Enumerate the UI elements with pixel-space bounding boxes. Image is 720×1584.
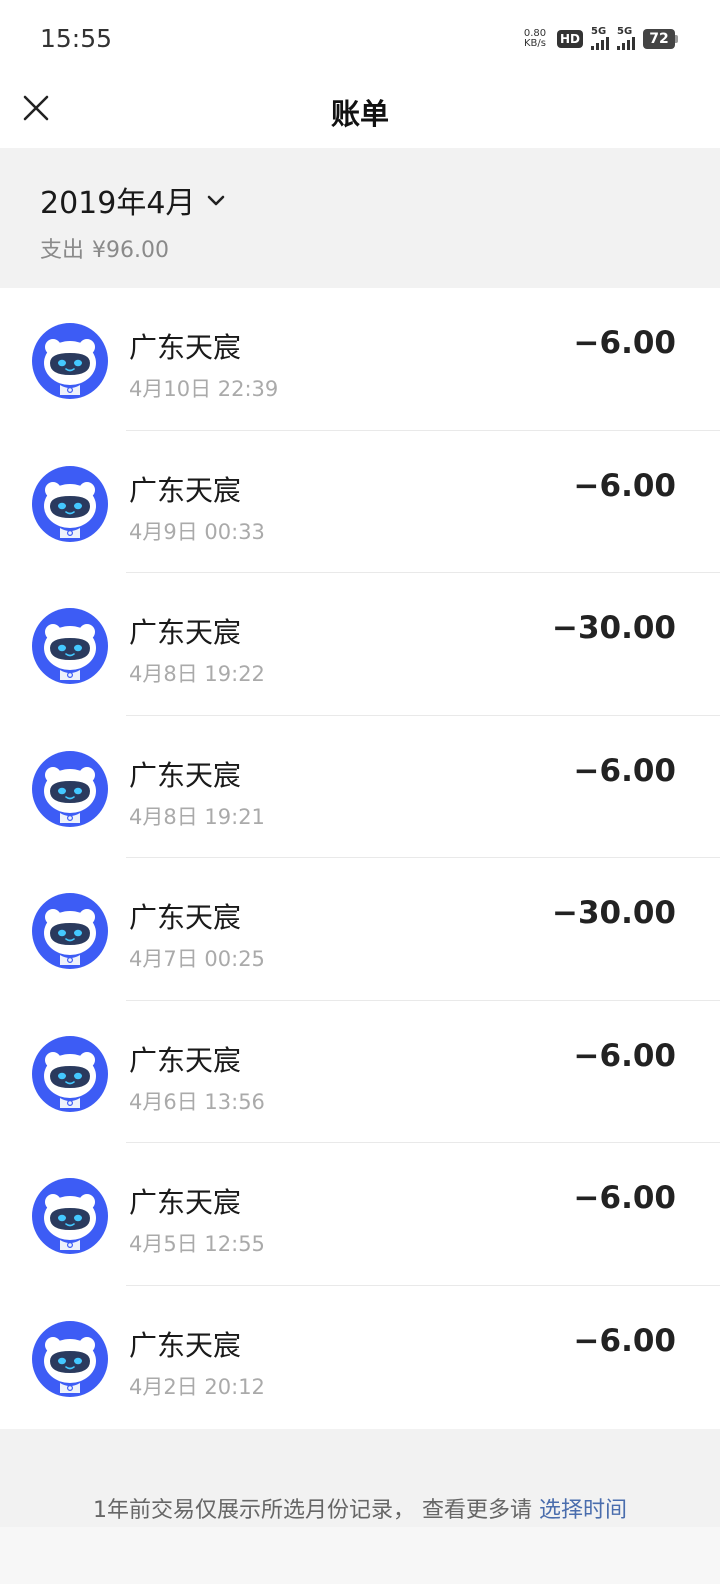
nav-header: 账单 (0, 78, 720, 148)
transaction-row[interactable]: 广东天宸 4月9日 00:33 −6.00 (0, 430, 720, 573)
transaction-amount: −6.00 (573, 1037, 676, 1074)
bottom-area (0, 1527, 720, 1584)
transaction-amount: −6.00 (573, 467, 676, 504)
hd-icon: HD (556, 30, 583, 48)
transaction-row[interactable]: 广东天宸 4月6日 13:56 −6.00 (0, 1000, 720, 1143)
transaction-time: 4月7日 00:25 (129, 947, 265, 971)
network-speed: 0.80 KB/s (523, 28, 547, 49)
footer-text: 1年前交易仅展示所选月份记录， 查看更多请 选择时间 (92, 1498, 627, 1523)
transaction-time: 4月10日 22:39 (129, 377, 279, 401)
month-selector[interactable]: 2019年4月 (40, 178, 227, 222)
transaction-time: 4月5日 12:55 (129, 1232, 265, 1256)
merchant-name: 广东天宸 (129, 1043, 242, 1077)
expense-summary: 支出 ¥96.00 (40, 232, 169, 264)
transaction-row[interactable]: 广东天宸 4月2日 20:12 −6.00 (0, 1285, 720, 1428)
battery-icon: 72 (643, 29, 678, 49)
chevron-down-icon (208, 195, 225, 206)
merchant-name: 广东天宸 (129, 1186, 242, 1219)
signal-icon-2: 5G (617, 26, 635, 50)
transaction-row[interactable]: 广东天宸 4月7日 00:25 −30.00 (0, 858, 720, 1001)
status-icons: 0.80 KB/s HD 5G 5G 72 (521, 26, 678, 52)
robot-avatar-icon (32, 1178, 108, 1254)
expense-amount: ¥96.00 (92, 238, 169, 263)
status-bar: 15:55 0.80 KB/s HD 5G 5G 72 (0, 0, 720, 78)
transaction-time: 4月8日 19:21 (129, 804, 265, 829)
transaction-amount: −30.00 (551, 895, 676, 931)
robot-avatar-icon (32, 1035, 108, 1112)
month-summary-section: 2019年4月 支出 ¥96.00 (0, 148, 720, 288)
merchant-name: 广东天宸 (129, 331, 242, 364)
select-time-link[interactable]: 选择时间 (539, 1498, 627, 1523)
transaction-time: 4月2日 20:12 (129, 1374, 265, 1399)
transaction-amount: −6.00 (573, 752, 676, 789)
expense-label: 支出 (40, 238, 85, 263)
merchant-name: 广东天宸 (129, 616, 242, 649)
transaction-time: 4月8日 19:22 (129, 662, 265, 686)
page-title: 账单 (330, 97, 389, 131)
robot-avatar-icon (32, 608, 108, 684)
status-time: 15:55 (40, 24, 113, 53)
transaction-amount: −6.00 (573, 325, 676, 361)
transaction-amount: −6.00 (573, 1322, 676, 1359)
transaction-time: 4月9日 00:33 (129, 519, 265, 544)
transaction-list: 广东天宸 4月10日 22:39 −6.00 广东天宸 4月9日 00:33 −… (0, 288, 720, 1428)
robot-avatar-icon (32, 750, 108, 827)
robot-avatar-icon (32, 893, 108, 969)
transaction-amount: −6.00 (573, 1180, 676, 1216)
transaction-time: 4月6日 13:56 (129, 1089, 265, 1114)
robot-avatar-icon (32, 1320, 108, 1397)
transaction-row[interactable]: 广东天宸 4月5日 12:55 −6.00 (0, 1143, 720, 1286)
signal-icon: 5G (591, 26, 609, 50)
merchant-name: 广东天宸 (129, 901, 242, 934)
month-label: 2019年4月 (40, 186, 196, 221)
robot-avatar-icon (32, 323, 108, 399)
transaction-row[interactable]: 广东天宸 4月8日 19:21 −6.00 (0, 715, 720, 858)
merchant-name: 广东天宸 (129, 473, 242, 507)
merchant-name: 广东天宸 (129, 758, 242, 792)
footer-notice: 1年前交易仅展示所选月份记录， 查看更多请 选择时间 (0, 1429, 720, 1527)
transaction-row[interactable]: 广东天宸 4月10日 22:39 −6.00 (0, 288, 720, 431)
transaction-row[interactable]: 广东天宸 4月8日 19:22 −30.00 (0, 573, 720, 716)
robot-avatar-icon (32, 465, 108, 542)
transaction-amount: −30.00 (551, 610, 676, 646)
merchant-name: 广东天宸 (129, 1328, 242, 1362)
